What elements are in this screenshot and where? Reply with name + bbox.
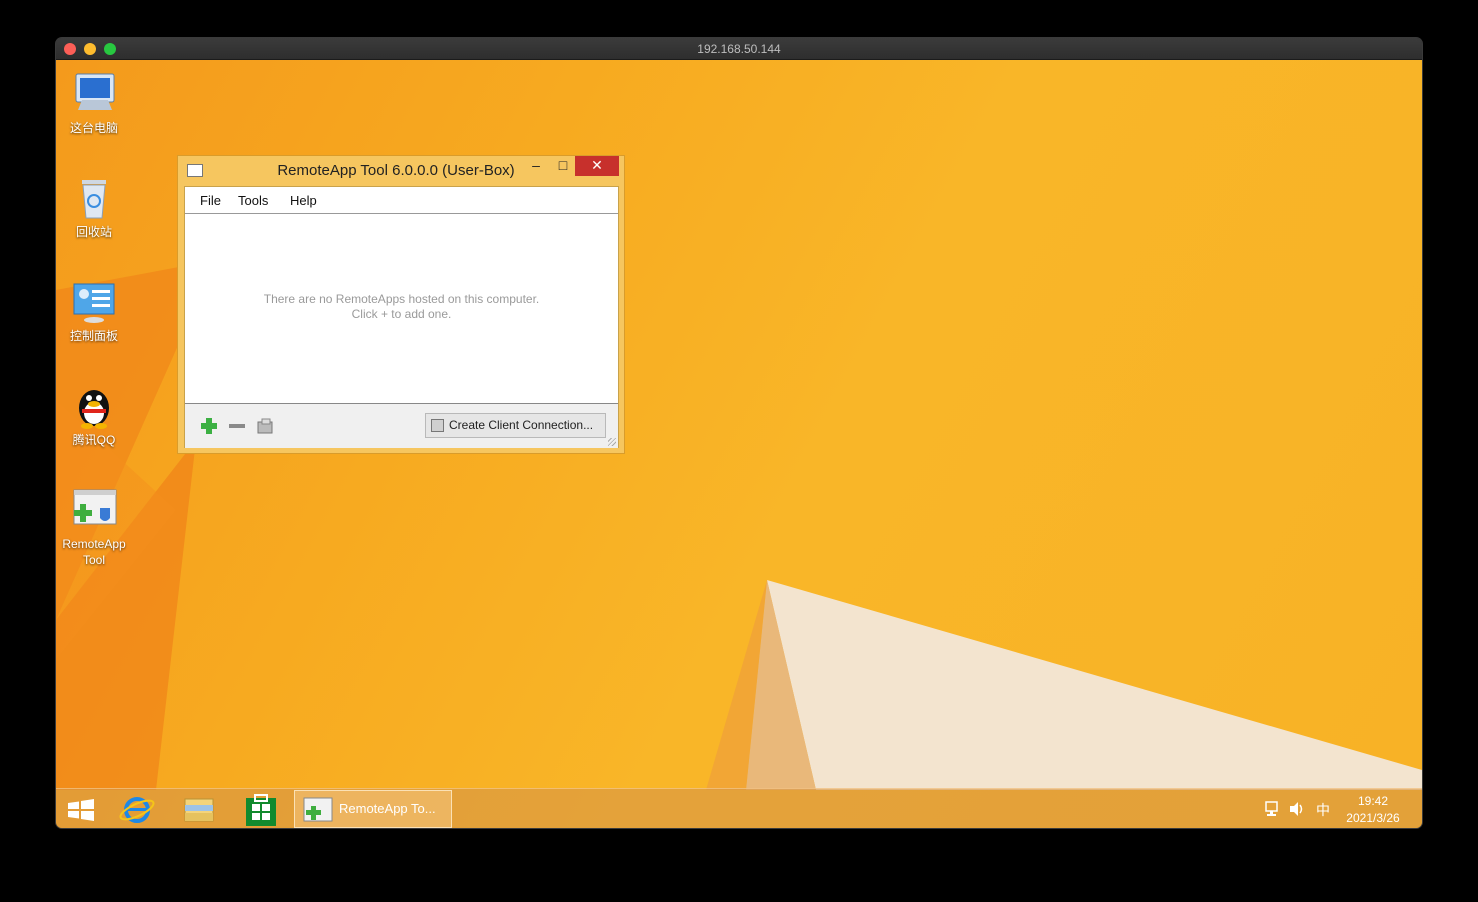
mac-titlebar[interactable]: 192.168.50.144	[56, 38, 1422, 60]
volume-icon[interactable]	[1289, 801, 1305, 820]
maximize-button[interactable]: □	[550, 156, 576, 176]
desktop-icon-control-panel[interactable]: 控制面板	[56, 278, 132, 344]
taskbar: RemoteApp To... 中 19:42 2021/3/26	[56, 788, 1422, 828]
add-icon[interactable]	[200, 417, 218, 435]
resize-grip[interactable]	[608, 438, 616, 446]
control-panel-icon	[70, 278, 118, 326]
clock-date[interactable]: 2021/3/26	[1338, 811, 1408, 825]
app-client-area: File Tools Help There are no RemoteApps …	[184, 186, 619, 448]
menu-tools[interactable]: Tools	[238, 193, 268, 208]
clock-time[interactable]: 19:42	[1338, 794, 1408, 808]
network-icon[interactable]	[1264, 801, 1280, 820]
empty-state-message: There are no RemoteApps hosted on this c…	[185, 292, 618, 322]
create-client-connection-button[interactable]: Create Client Connection...	[425, 413, 606, 438]
start-button[interactable]	[56, 793, 106, 827]
desktop-icon-label: 这台电脑	[69, 121, 118, 135]
remoteapp-tool-icon	[303, 797, 333, 822]
file-explorer-icon[interactable]	[174, 793, 224, 827]
system-tray: 中 19:42 2021/3/26	[1252, 789, 1422, 828]
desktop-icon-label: 腾讯QQ	[72, 433, 116, 447]
create-client-connection-label: Create Client Connection...	[449, 418, 594, 432]
desktop-icon-label: 控制面板	[69, 329, 118, 343]
bottom-toolbar: Create Client Connection...	[185, 405, 618, 448]
desktop-icon-label: 回收站	[75, 225, 112, 239]
internet-explorer-icon[interactable]	[112, 793, 162, 827]
close-button[interactable]: ✕	[575, 156, 619, 176]
store-icon[interactable]	[236, 793, 286, 827]
remoteapp-tool-icon	[70, 486, 118, 534]
window-title: 192.168.50.144	[697, 42, 781, 56]
minimize-button[interactable]: –	[523, 156, 549, 176]
recycle-bin-icon	[70, 174, 118, 222]
desktop-icon-remoteapp-tool[interactable]: RemoteApp Tool	[56, 486, 132, 568]
computer-icon	[70, 70, 118, 118]
taskbar-remoteapp-tool[interactable]: RemoteApp To...	[294, 790, 452, 828]
empty-message-line-1: There are no RemoteApps hosted on this c…	[263, 292, 540, 306]
ime-indicator[interactable]: 中	[1316, 800, 1330, 820]
empty-message-line-2: Click + to add one.	[351, 307, 452, 321]
desktop-icon-recycle-bin[interactable]: 回收站	[56, 174, 132, 240]
connection-icon	[431, 419, 444, 432]
app-titlebar[interactable]: RemoteApp Tool 6.0.0.0 (User-Box) – □ ✕	[178, 156, 624, 184]
desktop-icon-this-pc[interactable]: 这台电脑	[56, 70, 132, 136]
menu-bar: File Tools Help	[185, 187, 618, 214]
remoteapp-tool-window: RemoteApp Tool 6.0.0.0 (User-Box) – □ ✕ …	[177, 155, 625, 454]
menu-help[interactable]: Help	[290, 193, 317, 208]
remote-desktop-window: 192.168.50.144 这台电脑 回收站 控制面板 腾讯QQ Remote…	[56, 38, 1422, 828]
qq-penguin-icon	[70, 382, 118, 430]
desktop-icon-qq[interactable]: 腾讯QQ	[56, 382, 132, 448]
taskbar-task-label: RemoteApp To...	[339, 801, 436, 816]
windows-desktop[interactable]: 这台电脑 回收站 控制面板 腾讯QQ RemoteApp Tool Remote…	[56, 60, 1422, 828]
properties-icon[interactable]	[256, 417, 274, 435]
menu-file[interactable]: File	[200, 193, 221, 208]
remoteapps-list[interactable]: There are no RemoteApps hosted on this c…	[185, 214, 618, 404]
remove-icon[interactable]	[228, 417, 246, 435]
desktop-icon-label: RemoteApp Tool	[62, 537, 126, 567]
